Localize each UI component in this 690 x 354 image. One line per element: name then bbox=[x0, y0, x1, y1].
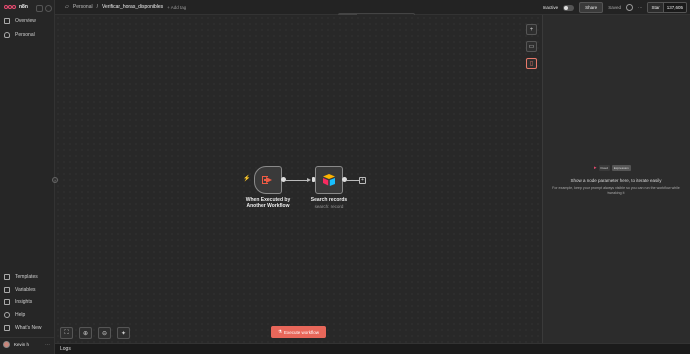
pointer-icon: ▸ bbox=[594, 165, 597, 171]
focus-panel-icon[interactable]: ▯ bbox=[526, 58, 537, 69]
action-node-title: Search records bbox=[310, 197, 348, 203]
avatar bbox=[3, 341, 10, 348]
sidebar-item-label: Insights bbox=[15, 299, 33, 305]
sidebar-item-label: Overview bbox=[15, 18, 36, 24]
canvas-toolbar: + ▭ ▯ bbox=[526, 24, 537, 69]
collapse-sidebar-icon[interactable] bbox=[36, 5, 43, 12]
divider bbox=[0, 337, 55, 338]
header-actions: Inactive Share Saved ⋯ Star 137,605 bbox=[543, 2, 690, 13]
active-toggle[interactable] bbox=[563, 4, 575, 11]
zoom-controls: ⛶ ⊕ ⊖ ✦ bbox=[60, 327, 130, 339]
tidy-up-icon[interactable]: ✦ bbox=[117, 327, 130, 339]
action-node-subtitle: search: record bbox=[314, 204, 344, 209]
connection-line bbox=[285, 180, 309, 181]
add-icon[interactable] bbox=[45, 5, 52, 12]
app: n8n Overview Personal Templates Variable… bbox=[0, 0, 690, 354]
sidebar-item-templates[interactable]: Templates bbox=[4, 274, 38, 280]
user-menu[interactable]: Kevin h bbox=[3, 341, 29, 348]
home-icon bbox=[4, 18, 10, 24]
sidebar-item-overview[interactable]: Overview bbox=[4, 18, 36, 24]
logs-label: Logs bbox=[60, 346, 71, 352]
execute-workflow-icon bbox=[262, 175, 274, 185]
more-options-icon[interactable]: ⋯ bbox=[638, 5, 643, 11]
history-icon[interactable] bbox=[625, 4, 633, 11]
folder-icon: ▱ bbox=[65, 4, 69, 10]
sidebar-item-label: Help bbox=[15, 312, 26, 318]
breadcrumb-root[interactable]: Personal bbox=[73, 4, 93, 10]
collapse-handle-icon[interactable]: › bbox=[52, 177, 58, 183]
sidebar-item-personal[interactable]: Personal bbox=[4, 32, 35, 38]
sidebar: n8n Overview Personal Templates Variable… bbox=[0, 0, 55, 354]
logo-text: n8n bbox=[19, 4, 28, 10]
sidebar-item-label: Personal bbox=[15, 32, 35, 38]
fixed-chip: Fixed bbox=[598, 165, 610, 171]
workflow-name[interactable]: Verificar_horas_disponibles bbox=[102, 4, 163, 10]
add-tag-button[interactable]: + Add tag bbox=[167, 5, 186, 10]
flask-icon: ⚗ bbox=[277, 329, 283, 334]
zoom-in-icon[interactable]: ⊕ bbox=[79, 327, 92, 339]
zoom-out-icon[interactable]: ⊖ bbox=[98, 327, 111, 339]
github-star-label: Star bbox=[648, 3, 663, 12]
sidebar-item-help[interactable]: Help bbox=[4, 312, 25, 318]
trigger-node-title: When Executed by Another Workflow bbox=[245, 197, 291, 209]
status-label: Inactive bbox=[542, 5, 559, 10]
airtable-icon bbox=[323, 174, 335, 186]
sidebar-item-label: Variables bbox=[15, 287, 36, 293]
expression-chip: Expression bbox=[611, 165, 631, 171]
help-icon bbox=[4, 312, 10, 318]
add-next-node-button[interactable]: + bbox=[359, 177, 366, 184]
more-icon[interactable]: ⋯ bbox=[45, 342, 50, 348]
breadcrumb: ▱ Personal / Verificar_horas_disponibles… bbox=[65, 4, 186, 10]
parameter-hint-illustration: ▸ Fixed Expression bbox=[594, 165, 631, 171]
workflow-canvas[interactable] bbox=[55, 15, 542, 343]
trigger-bolt-icon: ⚡ bbox=[243, 176, 251, 182]
breadcrumb-separator: / bbox=[96, 4, 98, 10]
execute-workflow-button[interactable]: ⚗ Execute workflow bbox=[271, 326, 326, 338]
panel-body: For example, keep your prompt always vis… bbox=[552, 186, 680, 195]
execute-workflow-label: Execute workflow bbox=[284, 329, 320, 335]
panel-title: Show a node parameter here, to iterate e… bbox=[570, 178, 662, 183]
variables-icon bbox=[4, 287, 10, 293]
sidebar-item-label: Templates bbox=[15, 274, 38, 280]
gift-icon bbox=[4, 325, 10, 331]
node-trigger[interactable] bbox=[254, 166, 282, 194]
sidebar-item-label: What's New bbox=[15, 325, 42, 331]
n8n-logo-icon bbox=[4, 4, 16, 10]
connection-line bbox=[346, 180, 359, 181]
templates-icon bbox=[4, 274, 10, 280]
sidebar-item-whats-new[interactable]: What's New bbox=[4, 325, 42, 331]
github-star-count: 137,605 bbox=[662, 3, 686, 12]
sidebar-item-variables[interactable]: Variables bbox=[4, 287, 35, 293]
arrow-head bbox=[307, 178, 311, 182]
github-star-button[interactable]: Star 137,605 bbox=[647, 2, 687, 13]
logo[interactable]: n8n bbox=[4, 4, 28, 10]
sidebar-item-insights[interactable]: Insights bbox=[4, 299, 32, 305]
node-search-records[interactable] bbox=[315, 166, 343, 194]
fit-view-icon[interactable]: ⛶ bbox=[60, 327, 73, 339]
sticky-note-icon[interactable]: ▭ bbox=[526, 41, 537, 52]
insights-icon bbox=[4, 299, 10, 305]
saved-status: Saved bbox=[608, 5, 621, 10]
user-icon bbox=[4, 32, 10, 38]
user-name: Kevin h bbox=[14, 342, 30, 347]
logs-bar[interactable]: Logs bbox=[55, 343, 690, 354]
add-node-button[interactable]: + bbox=[526, 24, 537, 35]
share-button[interactable]: Share bbox=[579, 2, 604, 13]
